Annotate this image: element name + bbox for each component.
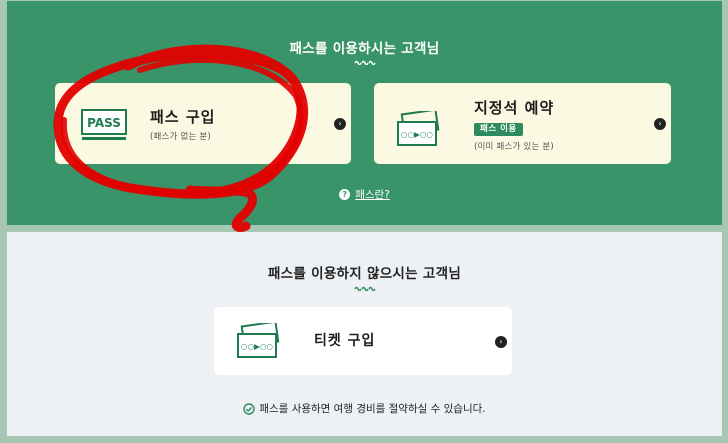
buy-ticket-title: 티켓 구입 xyxy=(314,333,376,349)
buy-pass-title: 패스 구입 xyxy=(150,108,216,126)
pass-users-section: 패스를 이용하시는 고객님 PASS 패스 구입 (패스가 없는 분) › ○○… xyxy=(7,1,722,225)
savings-note-text: 패스를 사용하면 여행 경비를 절약하실 수 있습니다. xyxy=(259,403,486,415)
svg-text:PASS: PASS xyxy=(87,116,121,130)
check-circle-icon xyxy=(243,402,256,415)
buy-ticket-arrow-button[interactable]: › xyxy=(495,336,507,348)
tilde-divider xyxy=(353,60,376,65)
svg-text:○○▶○○: ○○▶○○ xyxy=(401,130,433,139)
question-icon: ? xyxy=(339,189,351,200)
savings-note: 패스를 사용하면 여행 경비를 절약하실 수 있습니다. xyxy=(7,401,722,416)
buy-ticket-card[interactable]: ○○▶○○ 티켓 구입 › xyxy=(214,307,512,375)
reserve-seat-subtitle: (이미 패스가 있는 분) xyxy=(474,142,554,152)
pass-use-badge: 패스 이용 xyxy=(474,123,523,136)
ticket-card-icon: ○○▶○○ xyxy=(237,323,280,358)
reserve-seat-title: 지정석 예약 xyxy=(474,99,555,117)
ticket-card-icon: ○○▶○○ xyxy=(397,111,440,146)
buy-pass-subtitle: (패스가 없는 분) xyxy=(150,132,211,142)
non-pass-users-section: 패스를 이용하지 않으시는 고객님 ○○▶○○ 티켓 구입 › 패스를 사용하면… xyxy=(7,232,722,436)
reserve-seat-arrow-button[interactable]: › xyxy=(654,118,666,130)
tilde-divider xyxy=(353,286,376,291)
reserve-seat-card[interactable]: ○○▶○○ 지정석 예약 패스 이용 (이미 패스가 있는 분) › xyxy=(374,83,671,164)
what-is-pass-row: ? 패스란? xyxy=(7,187,722,202)
pass-ticket-icon: PASS xyxy=(81,109,127,140)
pass-users-title: 패스를 이용하시는 고객님 xyxy=(289,41,440,57)
buy-pass-arrow-button[interactable]: › xyxy=(334,118,346,130)
buy-pass-card[interactable]: PASS 패스 구입 (패스가 없는 분) › xyxy=(55,83,351,164)
svg-text:○○▶○○: ○○▶○○ xyxy=(241,342,273,351)
non-pass-users-title: 패스를 이용하지 않으시는 고객님 xyxy=(267,266,462,282)
what-is-pass-link[interactable]: 패스란? xyxy=(355,189,390,201)
